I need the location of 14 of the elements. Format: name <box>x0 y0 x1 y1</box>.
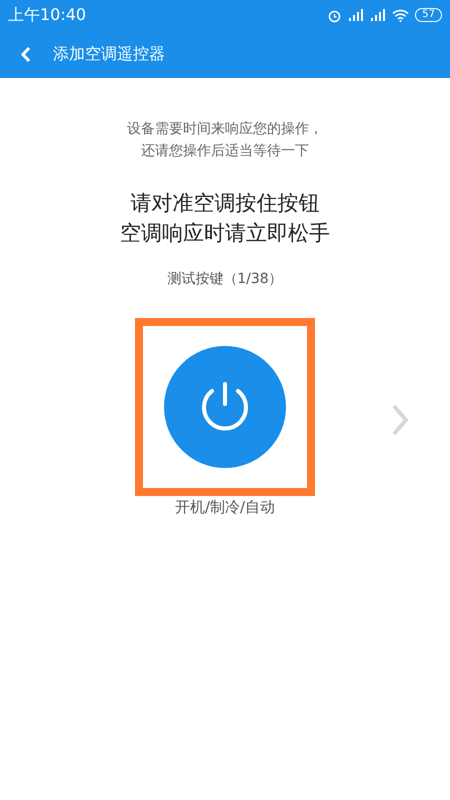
battery-level: 57 <box>415 8 442 22</box>
hint-text: 还请您操作后适当等待一下 <box>140 142 310 161</box>
instruction-text: 请对准空调按住按钮 <box>130 190 320 217</box>
wifi-icon <box>392 8 410 22</box>
signal-icon <box>370 9 386 21</box>
power-button[interactable] <box>164 346 286 468</box>
back-icon[interactable] <box>20 46 31 62</box>
status-time: 上午10:40 <box>8 4 86 26</box>
key-label: 开机/制冷/自动 <box>174 498 276 517</box>
progress-text: 测试按键（1/38） <box>167 270 283 288</box>
instruction-text: 空调响应时请立即松手 <box>120 220 330 247</box>
signal-icon <box>348 9 364 21</box>
page-title: 添加空调遥控器 <box>53 44 165 64</box>
hint-text: 设备需要时间来响应您的操作， <box>127 120 323 139</box>
